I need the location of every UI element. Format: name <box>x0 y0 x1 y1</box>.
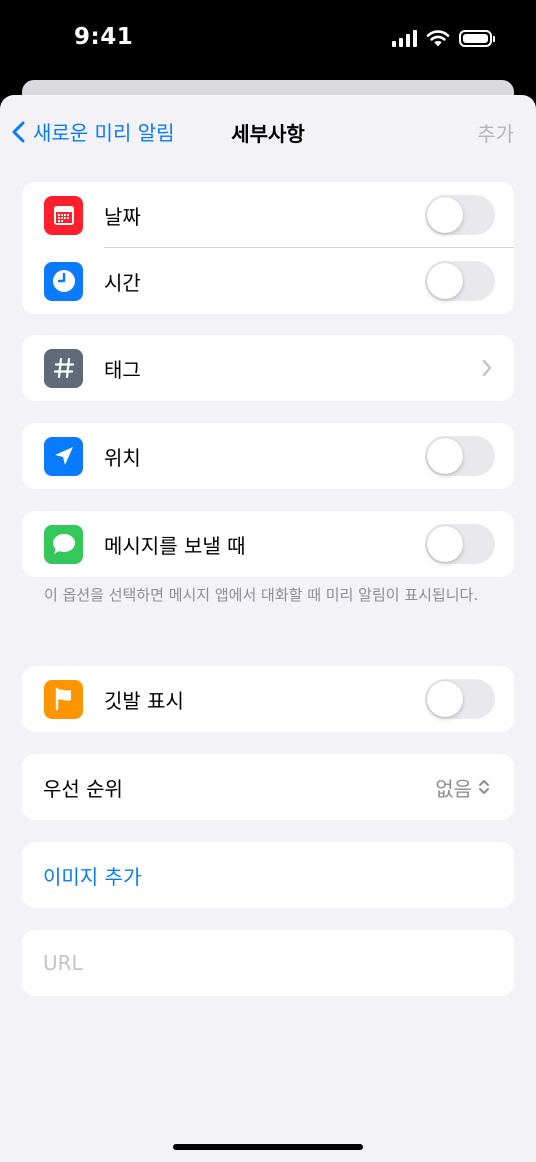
flag-row: 깃발 표시 <box>22 666 514 732</box>
priority-selector[interactable]: 없음 <box>435 754 490 820</box>
priority-row[interactable]: 우선 순위 없음 <box>22 754 514 820</box>
messaging-group: 메시지를 보낼 때 <box>22 511 514 577</box>
add-image-row[interactable]: 이미지 추가 <box>22 842 514 908</box>
home-indicator <box>173 1144 363 1150</box>
message-bubble-icon <box>44 524 83 564</box>
page-title: 세부사항 <box>231 122 305 146</box>
flag-icon <box>44 679 83 719</box>
chevron-right-icon <box>482 359 492 377</box>
tag-group: 태그 <box>22 335 514 401</box>
tag-row[interactable]: 태그 <box>22 335 514 401</box>
location-toggle[interactable] <box>425 436 495 476</box>
toggle-knob <box>427 681 463 717</box>
toggle-knob <box>427 438 463 474</box>
status-time: 9:41 <box>74 24 134 50</box>
calendar-icon <box>44 195 83 235</box>
location-group: 위치 <box>22 423 514 489</box>
messaging-footnote: 이 옵션을 선택하면 메시지 앱에서 대화할 때 미리 알림이 표시됩니다. <box>44 586 479 604</box>
details-sheet: 새로운 미리 알림 세부사항 추가 날짜 시간 태그 위치 메시지를 보낼 때 … <box>0 95 536 1162</box>
navigation-bar: 새로운 미리 알림 세부사항 추가 <box>0 95 536 169</box>
flag-toggle[interactable] <box>425 679 495 719</box>
status-icons <box>392 29 495 47</box>
flag-group: 깃발 표시 <box>22 666 514 732</box>
toggle-knob <box>427 263 463 299</box>
time-toggle[interactable] <box>425 261 495 301</box>
priority-group: 우선 순위 없음 <box>22 754 514 820</box>
hashtag-icon <box>44 348 83 388</box>
cellular-signal-icon <box>392 29 417 47</box>
add-button[interactable]: 추가 <box>477 118 514 147</box>
date-time-group: 날짜 시간 <box>22 182 514 314</box>
date-toggle[interactable] <box>425 195 495 235</box>
toggle-knob <box>427 197 463 233</box>
wifi-icon <box>426 30 450 47</box>
messaging-row: 메시지를 보낼 때 <box>22 511 514 577</box>
clock-icon <box>44 261 83 301</box>
add-image-group: 이미지 추가 <box>22 842 514 908</box>
url-group <box>22 930 514 996</box>
priority-value: 없음 <box>435 776 472 801</box>
toggle-knob <box>427 526 463 562</box>
time-row: 시간 <box>22 248 514 314</box>
location-row: 위치 <box>22 423 514 489</box>
url-input[interactable] <box>43 951 483 975</box>
date-row: 날짜 <box>22 182 514 248</box>
status-bar: 9:41 <box>0 0 536 80</box>
tag-label: 태그 <box>104 357 141 382</box>
add-image-button[interactable]: 이미지 추가 <box>43 861 141 890</box>
messaging-toggle[interactable] <box>425 524 495 564</box>
battery-icon <box>459 29 495 47</box>
location-arrow-icon <box>44 436 83 476</box>
url-row <box>22 930 514 996</box>
chevron-up-down-icon <box>479 780 489 794</box>
